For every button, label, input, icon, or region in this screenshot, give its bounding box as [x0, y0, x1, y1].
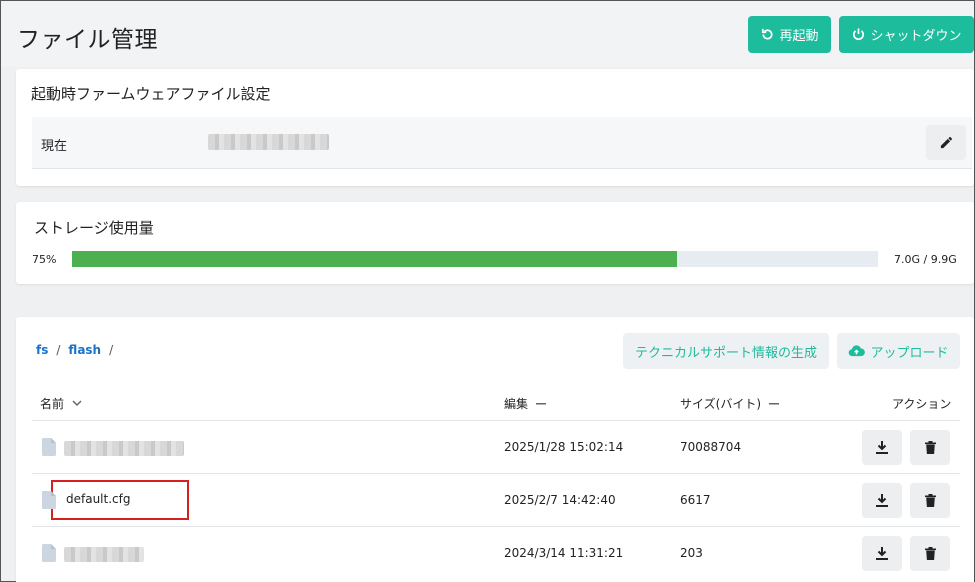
download-icon — [876, 494, 888, 507]
storage-progress-bar — [72, 251, 878, 267]
header-bar: ファイル管理 再起動 シャットダウン — [1, 1, 974, 67]
cloud-upload-icon — [849, 345, 866, 357]
column-size-label: サイズ(バイト) — [680, 397, 762, 411]
table-row: 2025/1/28 15:02:14 70088704 — [32, 420, 960, 473]
trash-icon — [924, 547, 936, 560]
file-modified: 2024/3/14 11:31:21 — [504, 546, 624, 560]
download-icon — [876, 547, 888, 560]
file-modified: 2025/1/28 15:02:14 — [504, 440, 624, 454]
file-size: 70088704 — [680, 440, 742, 454]
trash-icon — [924, 441, 936, 454]
storage-progress-fill — [72, 251, 677, 267]
page-title: ファイル管理 — [17, 27, 158, 53]
firmware-card: 起動時ファームウェアファイル設定 現在 — [16, 69, 974, 186]
breadcrumb-separator: / — [109, 343, 114, 357]
file-name[interactable]: default.cfg — [66, 492, 130, 506]
storage-card-title: ストレージ使用量 — [34, 219, 154, 237]
delete-button[interactable] — [910, 536, 950, 571]
upload-label: アップロード — [870, 345, 949, 361]
generate-tech-support-button[interactable]: テクニカルサポート情報の生成 — [623, 333, 829, 369]
tech-support-label: テクニカルサポート情報の生成 — [634, 345, 817, 361]
file-name[interactable] — [64, 441, 184, 456]
file-icon — [42, 544, 56, 562]
restart-label: 再起動 — [779, 29, 819, 44]
download-button[interactable] — [862, 430, 902, 465]
column-header-name[interactable]: 名前 — [40, 395, 82, 412]
file-size: 203 — [680, 546, 703, 560]
delete-button[interactable] — [910, 430, 950, 465]
delete-button[interactable] — [910, 483, 950, 518]
sort-none-icon — [536, 402, 547, 404]
breadcrumb: fs / flash / — [36, 343, 113, 357]
firmware-current-label: 現在 — [41, 139, 68, 154]
firmware-card-title: 起動時ファームウェアファイル設定 — [31, 85, 271, 103]
storage-percent-label: 75% — [32, 253, 57, 266]
table-row: 2024/3/14 11:31:21 203 — [32, 526, 960, 579]
file-modified: 2025/2/7 14:42:40 — [504, 493, 616, 507]
storage-usage-label: 7.0G / 9.9G — [894, 253, 957, 266]
power-icon — [853, 28, 865, 40]
chevron-down-icon — [72, 400, 82, 407]
edit-firmware-button[interactable] — [926, 125, 966, 160]
shutdown-button[interactable]: シャットダウン — [839, 16, 974, 53]
restart-icon — [762, 28, 774, 40]
file-icon — [42, 438, 56, 456]
breadcrumb-fs[interactable]: fs — [36, 343, 48, 357]
column-header-modified[interactable]: 編集 — [504, 395, 547, 412]
column-name-label: 名前 — [40, 397, 65, 411]
restart-button[interactable]: 再起動 — [748, 16, 831, 53]
breadcrumb-flash[interactable]: flash — [68, 343, 101, 357]
file-size: 6617 — [680, 493, 711, 507]
shutdown-label: シャットダウン — [870, 29, 962, 44]
download-button[interactable] — [862, 536, 902, 571]
file-name[interactable] — [64, 547, 144, 562]
files-card: fs / flash / テクニカルサポート情報の生成 アップロード 名前 編集… — [16, 317, 974, 582]
column-modified-label: 編集 — [504, 397, 529, 411]
column-header-size[interactable]: サイズ(バイト) — [680, 395, 780, 412]
trash-icon — [924, 494, 936, 507]
download-icon — [876, 441, 888, 454]
firmware-current-value — [208, 134, 329, 150]
column-actions-label: アクション — [892, 397, 952, 411]
download-button[interactable] — [862, 483, 902, 518]
firmware-current-row: 現在 — [32, 117, 972, 169]
table-row: default.cfg 2025/2/7 14:42:40 6617 — [32, 473, 960, 526]
column-header-actions: アクション — [892, 395, 951, 412]
file-icon — [42, 491, 56, 509]
storage-card: ストレージ使用量 75% 7.0G / 9.9G — [16, 202, 974, 284]
pencil-icon — [940, 136, 952, 149]
upload-button[interactable]: アップロード — [837, 333, 960, 369]
breadcrumb-separator: / — [56, 343, 61, 357]
sort-none-icon — [769, 402, 780, 404]
